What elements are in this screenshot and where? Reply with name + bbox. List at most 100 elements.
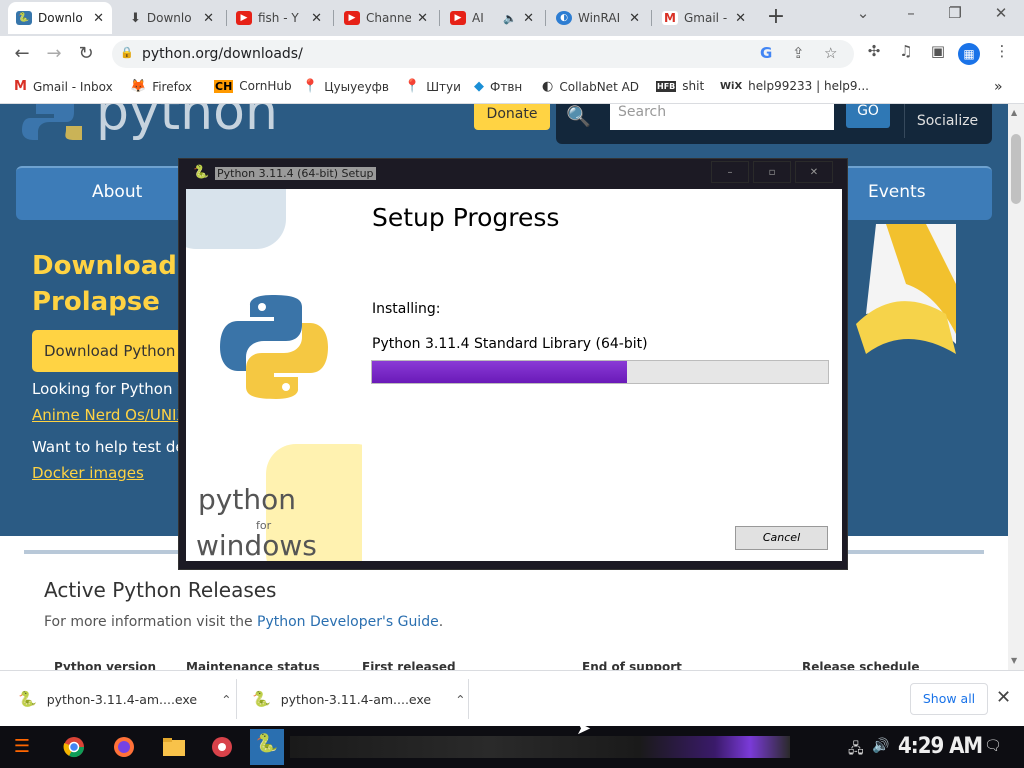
close-window-button[interactable]: ✕ — [986, 4, 1016, 22]
notifications-icon[interactable]: 🗨 — [984, 738, 1002, 754]
back-button[interactable]: ← — [8, 40, 36, 68]
python-logo-icon[interactable] — [22, 104, 82, 140]
minimize-button[interactable]: – — [896, 4, 926, 22]
gmail-icon: M — [14, 79, 27, 94]
bookmark-help[interactable]: WiX help99233 | help9... — [720, 79, 869, 93]
tab-label: WinRAI — [578, 11, 621, 25]
install-progress-fill — [372, 361, 628, 383]
bookmark-star-icon[interactable]: ☆ — [824, 44, 837, 62]
bookmark-maps-2[interactable]: 📍 Штуи — [404, 79, 461, 94]
close-tab-icon[interactable]: ✕ — [629, 11, 640, 26]
google-lens-icon[interactable]: G — [760, 44, 772, 62]
dialog-maximize-button[interactable]: ▫ — [753, 161, 791, 183]
extensions-icon[interactable]: ✣ — [862, 42, 886, 60]
side-panel-icon[interactable]: ▣ — [926, 42, 950, 60]
tab-youtube-ai[interactable]: ▶ AI 🔈 ✕ — [442, 2, 542, 34]
dialog-minimize-button[interactable]: – — [711, 161, 749, 183]
download-item[interactable]: 🐍 python-3.11.4-am....exe ⌃ — [18, 685, 232, 713]
close-tab-icon[interactable]: ✕ — [523, 11, 534, 26]
more-bookmarks-icon[interactable]: » — [994, 79, 1003, 95]
youtube-icon: ▶ — [236, 11, 252, 25]
donate-button[interactable]: Donate — [474, 104, 550, 130]
tab-winrar[interactable]: ◐ WinRAI ✕ — [548, 2, 648, 34]
nav-events[interactable]: Events — [868, 182, 926, 202]
bookmark-firefox[interactable]: 🦊 Firefox — [130, 79, 192, 94]
cancel-button[interactable]: Cancel — [735, 526, 828, 550]
taskbar-clock[interactable]: 4:29 AM — [898, 734, 983, 759]
dialog-body: python for windows Setup Progress Instal… — [186, 189, 842, 561]
search-go-button[interactable]: GO — [846, 104, 890, 128]
download-separator — [236, 679, 237, 719]
firefox-taskbar-icon[interactable] — [108, 732, 140, 762]
page-scrollbar[interactable]: ▲ ▼ — [1008, 104, 1024, 670]
dialog-close-button[interactable]: ✕ — [795, 161, 833, 183]
reload-button[interactable]: ↻ — [72, 40, 100, 68]
bookmark-shit[interactable]: HFB shit — [656, 79, 704, 93]
close-tab-icon[interactable]: ✕ — [311, 11, 322, 26]
installer-icon: 🐍 — [255, 733, 279, 754]
network-icon[interactable]: 🖧 — [848, 738, 864, 762]
restore-button[interactable]: ❐ — [940, 4, 970, 22]
nav-about[interactable]: About — [92, 182, 142, 202]
developers-guide-link[interactable]: Python Developer's Guide — [257, 614, 439, 630]
tab-downloads[interactable]: ⬇ Downlo ✕ — [122, 2, 222, 34]
close-downloads-bar-icon[interactable]: ✕ — [996, 687, 1011, 708]
address-bar[interactable]: 🔒 python.org/downloads/ G ⇪ ☆ — [112, 40, 854, 68]
app-taskbar-icon[interactable] — [206, 732, 238, 762]
download-python-button[interactable]: Download Python 3 — [32, 330, 192, 372]
decor-shape — [186, 189, 286, 249]
bookmark-fvn[interactable]: ◆ Фтвн — [474, 79, 522, 94]
start-button[interactable]: ☰ — [6, 732, 38, 762]
tab-search-icon[interactable]: ⌄ — [848, 4, 878, 22]
browser-toolbar: ← → ↻ 🔒 python.org/downloads/ G ⇪ ☆ ✣ ♫ … — [0, 36, 1024, 72]
tab-separator — [439, 10, 440, 26]
chrome-taskbar-icon[interactable] — [58, 732, 90, 762]
volume-icon[interactable]: 🔊 — [872, 738, 889, 754]
wix-icon: WiX — [720, 80, 743, 92]
bookmark-collabnet[interactable]: ◐ CollabNet AD — [542, 79, 639, 94]
bookmark-label: Штуи — [426, 79, 461, 94]
close-tab-icon[interactable]: ✕ — [417, 11, 428, 26]
installing-label: Installing: — [372, 301, 441, 317]
tab-label: Gmail - — [684, 11, 728, 25]
bookmark-gmail[interactable]: M Gmail - Inbox — [14, 79, 113, 94]
site-search-input[interactable]: Search — [610, 104, 834, 130]
scroll-up-icon[interactable]: ▲ — [1011, 108, 1017, 117]
tab-gmail[interactable]: M Gmail - ✕ — [654, 2, 754, 34]
close-tab-icon[interactable]: ✕ — [93, 11, 104, 26]
bookmark-cornhub[interactable]: CH CornHub — [214, 79, 292, 93]
close-tab-icon[interactable]: ✕ — [735, 11, 746, 26]
close-tab-icon[interactable]: ✕ — [203, 11, 214, 26]
file-explorer-taskbar-icon[interactable] — [158, 732, 190, 762]
new-tab-button[interactable]: + — [762, 5, 790, 31]
hero-link-unix-text[interactable]: Anime Nerd Os/UNIX — [32, 406, 187, 424]
media-control-icon[interactable]: ♫ — [894, 42, 918, 60]
chevron-up-icon[interactable]: ⌃ — [455, 692, 465, 707]
lock-icon[interactable]: 🔒 — [120, 46, 134, 59]
chrome-icon — [63, 737, 85, 758]
chevron-up-icon[interactable]: ⌃ — [221, 692, 231, 707]
bookmark-maps-1[interactable]: 📍 Цуыуеуфв — [302, 79, 389, 94]
socialize-button[interactable]: Socialize — [904, 104, 990, 138]
tab-youtube-channel[interactable]: ▶ Channel ✕ — [336, 2, 436, 34]
scrollbar-thumb[interactable] — [1011, 134, 1021, 204]
bookmark-label: Firefox — [152, 79, 192, 94]
profile-avatar[interactable]: ▦ — [958, 43, 980, 65]
tab-separator — [333, 10, 334, 26]
bookmark-label: CollabNet AD — [559, 79, 640, 94]
tab-label: Channel — [366, 11, 412, 25]
youtube-icon: ▶ — [344, 11, 360, 25]
tab-youtube-fish[interactable]: ▶ fish - Y ✕ — [228, 2, 330, 34]
show-all-downloads-button[interactable]: Show all — [910, 683, 988, 715]
download-item[interactable]: 🐍 python-3.11.4-am....exe ⌃ — [252, 685, 466, 713]
tab-python-downloads[interactable]: 🐍 Downlo ✕ — [8, 2, 112, 34]
hero-link-unix[interactable]: Anime Nerd Os/UNIX, — [32, 406, 192, 424]
share-icon[interactable]: ⇪ — [792, 44, 805, 62]
tab-label: fish - Y — [258, 11, 299, 25]
url-text: python.org/downloads/ — [142, 46, 303, 62]
forward-button[interactable]: → — [40, 40, 68, 68]
menu-icon[interactable]: ⋮ — [990, 42, 1014, 60]
hero-link-docker[interactable]: Docker images — [32, 464, 144, 482]
scroll-down-icon[interactable]: ▼ — [1011, 656, 1017, 665]
python-installer-taskbar-icon[interactable]: 🐍 — [250, 729, 284, 765]
